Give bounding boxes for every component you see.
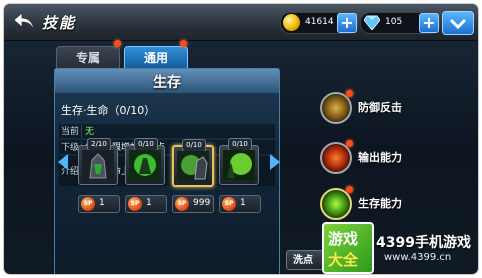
fire-slash-icon (320, 142, 352, 174)
add-gold-button[interactable]: + (337, 13, 357, 33)
skill-slot[interactable]: 0/10 (125, 138, 165, 185)
top-bar: 技能 41614 + 105 + (4, 4, 478, 41)
reset-points-button[interactable]: 洗点 (286, 250, 326, 270)
menu-label: 防御反击 (358, 101, 402, 114)
menu-defense-counter[interactable]: 防御反击 (320, 90, 470, 124)
game-screen: 技能 41614 + 105 + 专属 通用 生存 生存·生命（0/10） 当前… (4, 4, 478, 274)
life-skill-icon (129, 150, 161, 180)
cost-value: 999 (193, 198, 211, 208)
gold-value: 41614 (305, 17, 334, 27)
watermark-brand: 4399手机游戏 (376, 235, 471, 251)
watermark-logo: 游戏 大全 4399手机游戏 www.4399.cn (322, 222, 478, 274)
notification-dot (346, 140, 353, 147)
gem-counter: 105 + (360, 12, 440, 34)
chevron-down-icon (449, 18, 467, 30)
info-value: 无 (85, 127, 95, 137)
diamond-icon (364, 15, 380, 30)
panel-title: 生存 (153, 75, 181, 91)
cost-value: 1 (240, 198, 246, 208)
back-arrow-icon[interactable] (12, 11, 36, 33)
sp-icon: SP (222, 197, 236, 211)
tab-general[interactable]: 通用 (124, 46, 188, 70)
info-current: 当前 无 (59, 124, 275, 138)
skill-slot[interactable]: 0/10 (219, 138, 259, 185)
sp-cost: SP 1 (78, 195, 120, 213)
scroll-right-arrow-icon[interactable] (270, 154, 280, 170)
heal-icon (320, 188, 352, 220)
menu-label: 输出能力 (358, 151, 402, 164)
sp-cost: SP 1 (125, 195, 167, 213)
sp-cost: SP 1 (219, 195, 261, 213)
skill-name: 生存·生命（0/10） (61, 104, 156, 117)
sp-cost: SP 999 (172, 195, 214, 213)
regen-skill-icon (223, 150, 255, 180)
guard-skill-icon (177, 151, 209, 181)
notification-dot (180, 40, 187, 47)
watermark-text: 游戏 (328, 230, 359, 248)
notification-dot (114, 40, 121, 47)
watermark-url: www.4399.cn (384, 252, 452, 263)
dropdown-menu-button[interactable] (442, 11, 474, 35)
divider (81, 125, 82, 137)
cost-value: 1 (146, 198, 152, 208)
watermark-badge: 游戏 大全 (322, 222, 374, 274)
armor-skill-icon (82, 150, 114, 180)
gold-coin-icon (283, 14, 300, 31)
sp-icon: SP (81, 197, 95, 211)
gem-value: 105 (385, 17, 403, 27)
panel-header: 生存 (55, 69, 279, 93)
scroll-left-arrow-icon[interactable] (58, 154, 68, 170)
skill-slot[interactable]: 2/10 (78, 138, 118, 185)
shield-icon (320, 92, 352, 124)
notification-dot (346, 186, 353, 193)
watermark-text: 大全 (328, 251, 359, 269)
gold-counter: 41614 + (280, 12, 358, 34)
menu-label: 生存能力 (358, 197, 402, 210)
notification-dot (346, 90, 353, 97)
menu-damage-output[interactable]: 输出能力 (320, 140, 470, 174)
tab-exclusive[interactable]: 专属 (56, 46, 120, 70)
info-label: 当前 (61, 127, 80, 137)
page-title: 技能 (42, 14, 77, 32)
cost-value: 1 (99, 198, 105, 208)
skill-slot-selected[interactable]: 0/10 (172, 139, 214, 187)
sp-icon: SP (175, 197, 189, 211)
add-gems-button[interactable]: + (419, 13, 439, 33)
sp-icon: SP (128, 197, 142, 211)
menu-survival[interactable]: 生存能力 (320, 186, 470, 220)
info-label: 下级 (61, 143, 80, 153)
